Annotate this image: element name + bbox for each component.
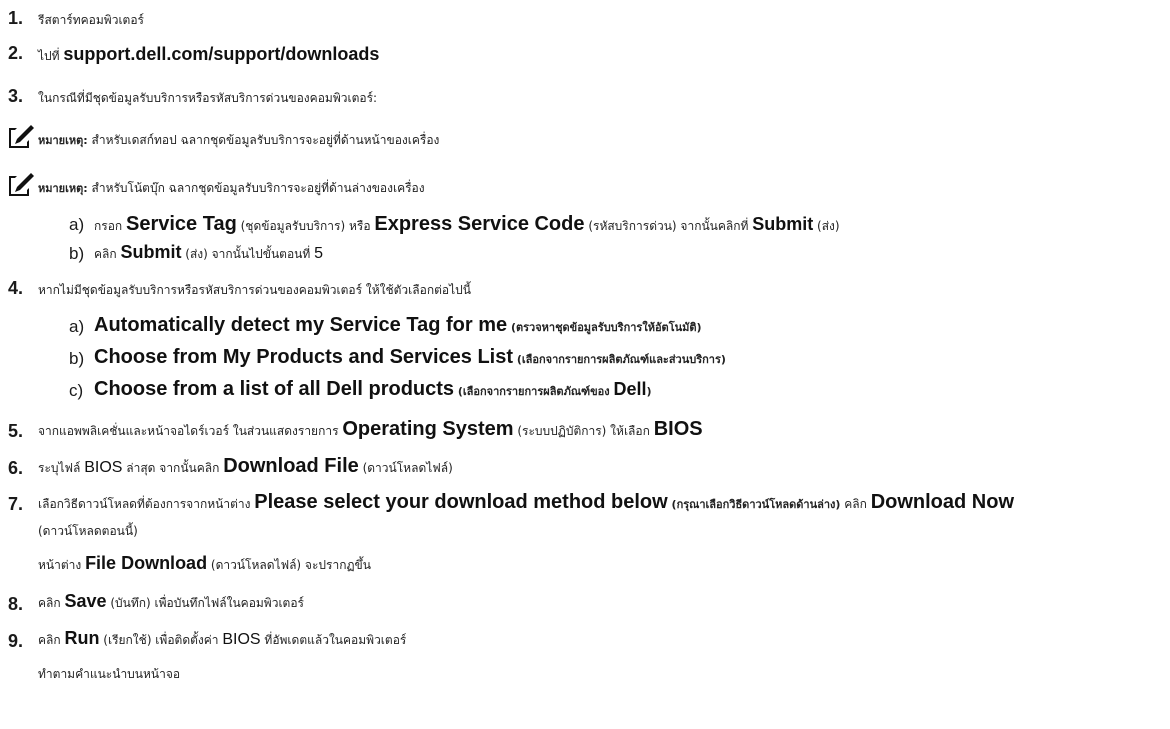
note-label: หมายเหตุ: — [38, 182, 88, 195]
operating-system-label: Operating System — [342, 418, 514, 440]
note-text: สำหรับเดสก์ทอป ฉลากชุดข้อมูลรับบริการจะอ… — [87, 133, 440, 147]
step-number: 3. — [8, 86, 24, 106]
step-follow-up: ทำตามคำแนะนำบนหน้าจอ — [38, 667, 181, 681]
step-number: 4. — [8, 278, 24, 298]
step-number: 1. — [8, 8, 24, 28]
submit-label: Submit — [120, 242, 182, 262]
step-number: 7. — [8, 494, 24, 514]
express-service-code-label: Express Service Code — [374, 213, 585, 235]
note-text: สำหรับโน้ตบุ๊ก ฉลากชุดข้อมูลรับบริการจะอ… — [87, 181, 425, 195]
bios-text: BIOS — [222, 631, 261, 648]
option-translation: (เลือกจากรายการผลิตภัณฑ์และส่วนบริการ) — [513, 353, 726, 366]
step-text: ในกรณีที่มีชุดข้อมูลรับบริการหรือรหัสบริ… — [38, 91, 378, 105]
sub-letter: a) — [69, 215, 85, 234]
step-text: รีสตาร์ทคอมพิวเตอร์ — [38, 13, 144, 27]
option-translation: (เลือกจากรายการผลิตภัณฑ์ของ — [454, 385, 614, 398]
step-reference: 5 — [314, 245, 323, 262]
pencil-note-icon — [9, 125, 34, 148]
bios-text: BIOS — [84, 459, 123, 476]
download-file-label: Download File — [223, 455, 359, 477]
step-number: 6. — [8, 458, 24, 478]
run-label: Run — [64, 628, 100, 648]
sub-letter: b) — [69, 244, 85, 263]
submit-label: Submit — [752, 214, 814, 234]
step-number: 8. — [8, 594, 24, 614]
file-download-label: File Download — [85, 553, 208, 573]
option-label: Automatically detect my Service Tag for … — [94, 314, 508, 336]
step-text-continued: (ดาวน์โหลดตอนนี้) — [38, 524, 138, 538]
save-label: Save — [64, 591, 107, 611]
download-method-label: Please select your download method below — [254, 491, 668, 513]
step-text: หากไม่มีชุดข้อมูลรับบริการหรือรหัสบริการ… — [38, 283, 471, 297]
sub-letter: c) — [69, 381, 84, 400]
note-label: หมายเหตุ: — [38, 134, 88, 147]
step-number: 5. — [8, 421, 24, 441]
option-translation: (ตรวจหาชุดข้อมูลรับบริการให้อัตโนมัติ) — [507, 321, 702, 334]
bios-label: BIOS — [653, 418, 703, 440]
pencil-note-icon — [9, 173, 34, 196]
download-now-label: Download Now — [870, 491, 1015, 513]
sub-letter: a) — [69, 317, 85, 336]
step-text: ไปที่ — [38, 49, 64, 63]
support-link[interactable]: support.dell.com/support/downloads — [63, 44, 379, 64]
option-label: Choose from a list of all Dell products — [94, 378, 455, 400]
step-number: 2. — [8, 43, 24, 63]
dell-label: Dell — [613, 379, 647, 399]
service-tag-label: Service Tag — [126, 213, 237, 235]
sub-letter: b) — [69, 349, 85, 368]
step-number: 9. — [8, 631, 24, 651]
option-label: Choose from My Products and Services Lis… — [94, 346, 513, 368]
